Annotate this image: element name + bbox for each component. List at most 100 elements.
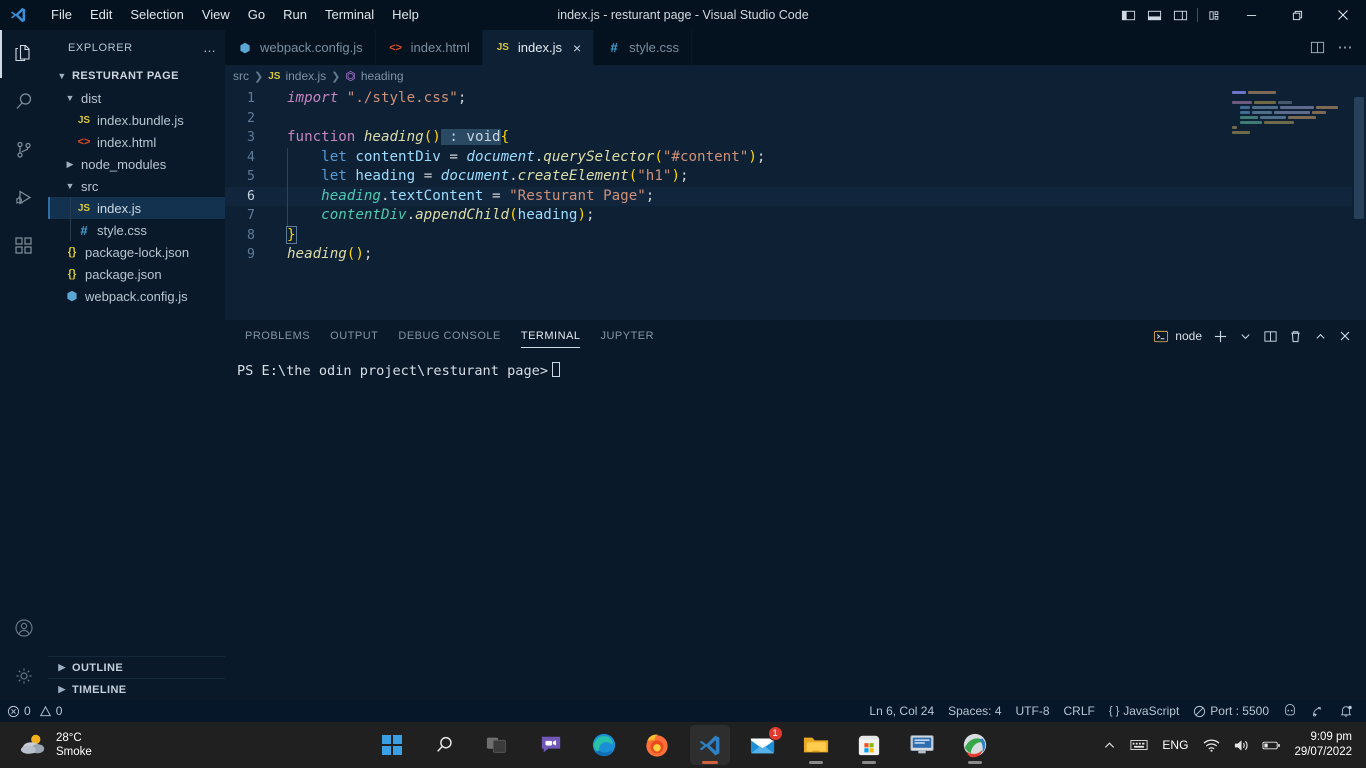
taskbar-search-button[interactable] (425, 725, 465, 765)
close-button[interactable] (1320, 0, 1366, 30)
status-problems[interactable]: 0 0 (0, 700, 69, 722)
code-line-3[interactable]: 3 function heading() : void{ (225, 128, 1366, 148)
split-terminal-button[interactable] (1259, 323, 1281, 349)
tree-item-src[interactable]: ▼ src (48, 175, 225, 197)
tray-battery-button[interactable] (1256, 725, 1286, 765)
editor-more-actions-button[interactable]: ⋯ (1332, 30, 1358, 65)
status-feedback[interactable] (1276, 700, 1304, 722)
tray-language-indicator[interactable]: ENG (1154, 738, 1196, 752)
menu-view[interactable]: View (193, 0, 239, 30)
menu-terminal[interactable]: Terminal (316, 0, 383, 30)
taskbar-remote-desktop-button[interactable] (902, 725, 942, 765)
status-language-mode[interactable]: { } JavaScript (1102, 700, 1186, 722)
taskbar-file-explorer-button[interactable] (796, 725, 836, 765)
tree-item-package-json[interactable]: {} package.json (48, 263, 225, 285)
sidebar-section-outline[interactable]: ▶ OUTLINE (48, 656, 225, 678)
taskbar-photos-button[interactable] (955, 725, 995, 765)
code-line-5[interactable]: 5 let heading = document.createElement("… (225, 167, 1366, 187)
toggle-primary-sidebar-button[interactable] (1115, 0, 1141, 30)
activity-bar-item-source-control[interactable] (0, 126, 48, 174)
activity-bar-item-extensions[interactable] (0, 222, 48, 270)
taskbar-microsoft-store-button[interactable] (849, 725, 889, 765)
status-notifications[interactable] (1332, 700, 1360, 722)
menu-edit[interactable]: Edit (81, 0, 121, 30)
status-encoding[interactable]: UTF-8 (1009, 700, 1057, 722)
panel-tab-terminal[interactable]: TERMINAL (511, 320, 591, 352)
activity-bar-item-explorer[interactable] (0, 30, 48, 78)
split-editor-button[interactable] (1304, 30, 1330, 65)
code-line-1[interactable]: 1 import "./style.css"; (225, 89, 1366, 109)
code-line-7[interactable]: 7 contentDiv.appendChild(heading); (225, 206, 1366, 226)
code-line-6[interactable]: 6 heading.textContent = "Resturant Page"… (225, 186, 1366, 206)
terminal-shell-selector[interactable]: node (1153, 329, 1206, 344)
editor-tab-style-css[interactable]: # style.css (594, 30, 692, 65)
code-line-8[interactable]: 8 } (225, 225, 1366, 246)
taskbar-mail-button[interactable]: 1 (743, 725, 783, 765)
new-terminal-button[interactable] (1209, 323, 1231, 349)
menu-help[interactable]: Help (383, 0, 428, 30)
code-editor[interactable]: 1 import "./style.css"; 2 3 function hea… (225, 87, 1366, 340)
tray-overflow-button[interactable] (1094, 725, 1124, 765)
tree-item-node-modules[interactable]: ▶ node_modules (48, 153, 225, 175)
breadcrumb-item-src[interactable]: src (233, 69, 249, 83)
restore-button[interactable] (1274, 0, 1320, 30)
explorer-more-actions-icon[interactable]: … (203, 40, 217, 55)
status-indentation[interactable]: Spaces: 4 (941, 700, 1008, 722)
menu-selection[interactable]: Selection (121, 0, 192, 30)
tree-item-index-html[interactable]: <> index.html (48, 131, 225, 153)
terminal-output[interactable]: PS E:\the odin project\resturant page> (225, 352, 1366, 381)
activity-bar-item-search[interactable] (0, 78, 48, 126)
status-cursor-position[interactable]: Ln 6, Col 24 (862, 700, 941, 722)
terminal-dropdown-button[interactable] (1234, 323, 1256, 349)
status-live-server-port[interactable]: Port : 5500 (1186, 700, 1276, 722)
activity-bar-item-accounts[interactable] (0, 604, 48, 652)
editor-scrollbar[interactable] (1352, 87, 1366, 340)
activity-bar-item-manage[interactable] (0, 652, 48, 700)
panel-tab-output[interactable]: OUTPUT (320, 320, 388, 352)
tree-item-index-js[interactable]: JS index.js (48, 197, 225, 219)
panel-tab-debug-console[interactable]: DEBUG CONSOLE (388, 320, 510, 352)
customize-layout-button[interactable] (1202, 0, 1228, 30)
menu-bar[interactable]: File Edit Selection View Go Run Terminal… (42, 0, 428, 30)
code-line-9[interactable]: 9 heading(); (225, 245, 1366, 265)
editor-tab-webpack-config-js[interactable]: ⬢ webpack.config.js (225, 30, 376, 65)
close-panel-button[interactable] (1334, 323, 1356, 349)
status-remote-window[interactable] (1304, 700, 1332, 722)
activity-bar-item-run-and-debug[interactable] (0, 174, 48, 222)
code-line-4[interactable]: 4 let contentDiv = document.querySelecto… (225, 147, 1366, 167)
code-content[interactable]: 1 import "./style.css"; 2 3 function hea… (225, 87, 1366, 265)
tree-item-style-css[interactable]: # style.css (48, 219, 225, 241)
tree-item-dist[interactable]: ▼ dist (48, 87, 225, 109)
minimap[interactable] (1232, 87, 1352, 340)
kill-terminal-button[interactable] (1284, 323, 1306, 349)
taskbar-task-view-button[interactable] (478, 725, 518, 765)
sidebar-section-timeline[interactable]: ▶ TIMELINE (48, 678, 225, 700)
tray-volume-button[interactable] (1226, 725, 1256, 765)
toggle-secondary-sidebar-button[interactable] (1167, 0, 1193, 30)
breadcrumb-item-heading[interactable]: heading (361, 69, 404, 83)
code-line-2[interactable]: 2 (225, 109, 1366, 129)
tree-item-package-lock-json[interactable]: {} package-lock.json (48, 241, 225, 263)
menu-run[interactable]: Run (274, 0, 316, 30)
taskbar-chat-button[interactable] (531, 725, 571, 765)
panel-tab-jupyter[interactable]: JUPYTER (590, 320, 664, 352)
toggle-panel-button[interactable] (1141, 0, 1167, 30)
menu-go[interactable]: Go (239, 0, 274, 30)
explorer-root-folder[interactable]: ▼ RESTURANT PAGE (48, 65, 225, 87)
menu-file[interactable]: File (42, 0, 81, 30)
taskbar-microsoft-edge-button[interactable] (584, 725, 624, 765)
taskbar-firefox-button[interactable] (637, 725, 677, 765)
tray-network-button[interactable] (1196, 725, 1226, 765)
minimize-button[interactable] (1228, 0, 1274, 30)
status-eol[interactable]: CRLF (1057, 700, 1102, 722)
editor-scrollbar-thumb[interactable] (1354, 97, 1364, 219)
tab-close-icon[interactable]: × (573, 41, 581, 55)
tree-item-index-bundle-js[interactable]: JS index.bundle.js (48, 109, 225, 131)
editor-tab-index-js[interactable]: JS index.js × (482, 30, 595, 65)
tray-ime-button[interactable] (1124, 725, 1154, 765)
editor-tab-index-html[interactable]: <> index.html (375, 30, 483, 65)
tree-item-webpack-config-js[interactable]: ⬢ webpack.config.js (48, 285, 225, 307)
taskbar-visual-studio-code-button[interactable] (689, 725, 730, 765)
taskbar-start-button[interactable] (372, 725, 412, 765)
panel-tab-problems[interactable]: PROBLEMS (235, 320, 320, 352)
